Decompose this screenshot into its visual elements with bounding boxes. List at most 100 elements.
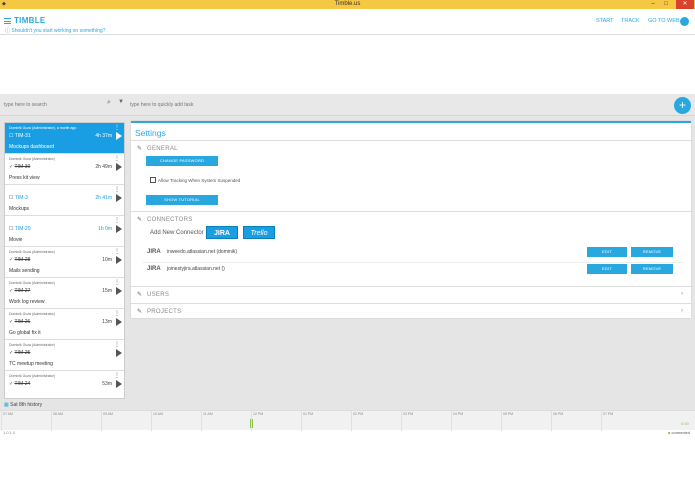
task-description: Mails sending — [9, 268, 40, 274]
general-heading[interactable]: GENERAL — [147, 146, 178, 152]
more-icon[interactable]: ⋮ — [114, 155, 120, 162]
section-projects[interactable]: ✎ PROJECTS › — [131, 303, 691, 320]
timeline-gridline — [151, 411, 152, 431]
show-tutorial-button[interactable]: SHOW TUTORIAL — [146, 195, 218, 205]
timeline-gridline — [1, 411, 2, 431]
jira-connector-button[interactable]: JIRA — [206, 226, 238, 239]
task-description: Mockups dashboard — [9, 144, 55, 150]
filter-icon[interactable]: ▼ — [118, 99, 124, 105]
nav-track[interactable]: TRACK — [621, 18, 640, 24]
pencil-icon: ✎ — [137, 292, 143, 298]
nav-start[interactable]: START — [596, 18, 614, 24]
more-icon[interactable]: ⋮ — [114, 310, 120, 317]
pencil-icon: ✎ — [137, 309, 143, 315]
edit-connector-button[interactable]: EDIT — [587, 247, 627, 257]
more-icon[interactable]: ⋮ — [114, 372, 120, 379]
remove-connector-button[interactable]: REMOVE — [631, 264, 673, 274]
duration: 4h 37m — [95, 133, 112, 139]
more-icon[interactable]: ⋮ — [114, 279, 120, 286]
trello-connector-button[interactable]: Trello — [243, 226, 275, 239]
ticket-id: ✓ TIM-30 — [9, 164, 31, 170]
version-label: 1.0.1.0 — [3, 430, 16, 435]
list-item[interactable]: Dominik Guza (Administrator) ⋮ ✓ TIM-30 2h … — [5, 154, 124, 185]
more-icon[interactable]: ⋮ — [114, 186, 120, 193]
play-icon[interactable] — [116, 225, 122, 233]
timeline-tick: 03 PM — [403, 412, 414, 416]
more-icon[interactable]: ⋮ — [114, 248, 120, 255]
settings-panel: Settings ✎ GENERAL CHANGE PASSWORD Allow… — [131, 121, 691, 318]
list-item[interactable]: ⋮ ☐ TIM-29 1h 0m Movie — [5, 216, 124, 247]
settings-title: Settings — [135, 128, 166, 138]
add-task-button[interactable]: + — [674, 97, 691, 114]
owner-label: Dominik Guza (Administrator) — [9, 157, 55, 161]
timeline-gridline — [201, 411, 202, 431]
chevron-right-icon: › — [681, 291, 683, 297]
more-icon[interactable]: ⋮ — [114, 124, 120, 131]
duration: 1h 0m — [98, 226, 112, 232]
owner-label: Dominik Guza (Administrator) — [9, 312, 55, 316]
list-item[interactable]: Dominik Guza (Administrator) ⋮ ✓ TIM-26 13m… — [5, 309, 124, 340]
play-icon[interactable] — [116, 287, 122, 295]
owner-label: Dominik Guza (Administrator) — [9, 374, 55, 378]
search-icon[interactable]: ⌕ — [107, 99, 111, 107]
task-description: Go global fix it — [9, 330, 41, 336]
duration: 13m — [102, 319, 112, 325]
timeline-tick: 02 PM — [353, 412, 364, 416]
list-item[interactable]: Dominik Guza (Administrator) ⋮ ✓ TIM-27 15m… — [5, 278, 124, 309]
quick-add-input[interactable] — [130, 100, 430, 110]
trello-icon: Trello — [250, 230, 268, 237]
connectors-heading[interactable]: CONNECTORS — [147, 217, 193, 223]
window-title: Timble.us — [334, 1, 361, 7]
ticket-id: ☐ TIM-31 — [9, 133, 31, 139]
remove-connector-button[interactable]: REMOVE — [631, 247, 673, 257]
jira-icon: JIRA — [147, 249, 161, 255]
task-description: TC meetup meeting — [9, 361, 53, 367]
more-icon[interactable]: ⋮ — [114, 217, 120, 224]
ticket-id: ✓ TIM-28 — [9, 257, 31, 263]
list-item[interactable]: Dominik Guza (Administrator) ⋮ ✓ TIM-25 TC … — [5, 340, 124, 371]
play-icon[interactable] — [116, 132, 122, 140]
projects-heading: PROJECTS — [147, 309, 182, 315]
section-users[interactable]: ✎ USERS › — [131, 286, 691, 303]
list-item[interactable]: Dominik Guza (Administrator), a month ag… — [5, 123, 124, 154]
list-item[interactable]: Dominik Guza (Administrator) ⋮ ✓ TIM-28 10m… — [5, 247, 124, 278]
ticket-id: ✓ TIM-25 — [9, 350, 31, 356]
more-icon[interactable]: ⋮ — [114, 341, 120, 348]
timeline-tick: 12 PM — [253, 412, 264, 416]
play-icon[interactable] — [116, 380, 122, 388]
timeline-gridline — [51, 411, 52, 431]
history-label[interactable]: ▦ Sat 8th history — [4, 402, 42, 408]
search-input[interactable] — [4, 100, 104, 110]
play-icon[interactable] — [116, 163, 122, 171]
nav-go-to-web[interactable]: GO TO WEB — [648, 18, 680, 24]
maximize-button[interactable]: □ — [660, 0, 672, 9]
play-icon[interactable] — [116, 256, 122, 264]
brand-logo: TIMBLE — [14, 16, 46, 25]
search-bar: ⌕ ▼ — [0, 94, 695, 116]
timeline-gridline — [351, 411, 352, 431]
task-description: Press kit view — [9, 175, 40, 181]
play-icon[interactable] — [116, 318, 122, 326]
menu-icon[interactable] — [4, 18, 11, 24]
connector-name: joinestyjira.atlassian.net () — [167, 266, 225, 272]
play-icon[interactable] — [116, 349, 122, 357]
change-password-button[interactable]: CHANGE PASSWORD — [146, 156, 218, 166]
day-timeline[interactable]: 0:00 07 AM 08 AM 09 AM 10 AM 11 AM 12 PM 01 PM… — [0, 410, 695, 431]
play-icon[interactable] — [116, 194, 122, 202]
list-item[interactable]: ⋮ ☐ TIM-3 2h 41m Mockups — [5, 185, 124, 216]
jira-icon: JIRA — [214, 230, 230, 237]
task-description: Movie — [9, 237, 23, 243]
add-connector-label: Add New Connector — [150, 230, 204, 236]
duration: 53m — [102, 381, 112, 387]
allow-tracking-checkbox[interactable] — [150, 177, 156, 183]
connector-row: JIRA joinestyjira.atlassian.net () EDIT … — [143, 262, 683, 275]
avatar[interactable] — [680, 17, 689, 26]
list-item[interactable]: Dominik Guza (Administrator) ⋮ ✓ TIM-24 53m — [5, 371, 124, 398]
minimize-button[interactable]: – — [647, 0, 659, 9]
timeline-tick: 08 AM — [53, 412, 63, 416]
close-button[interactable]: ✕ — [676, 0, 694, 9]
edit-connector-button[interactable]: EDIT — [587, 264, 627, 274]
section-general: ✎ GENERAL CHANGE PASSWORD Allow Tracking… — [131, 140, 691, 210]
ticket-id: ✓ TIM-26 — [9, 319, 31, 325]
chevron-right-icon: › — [681, 308, 683, 314]
